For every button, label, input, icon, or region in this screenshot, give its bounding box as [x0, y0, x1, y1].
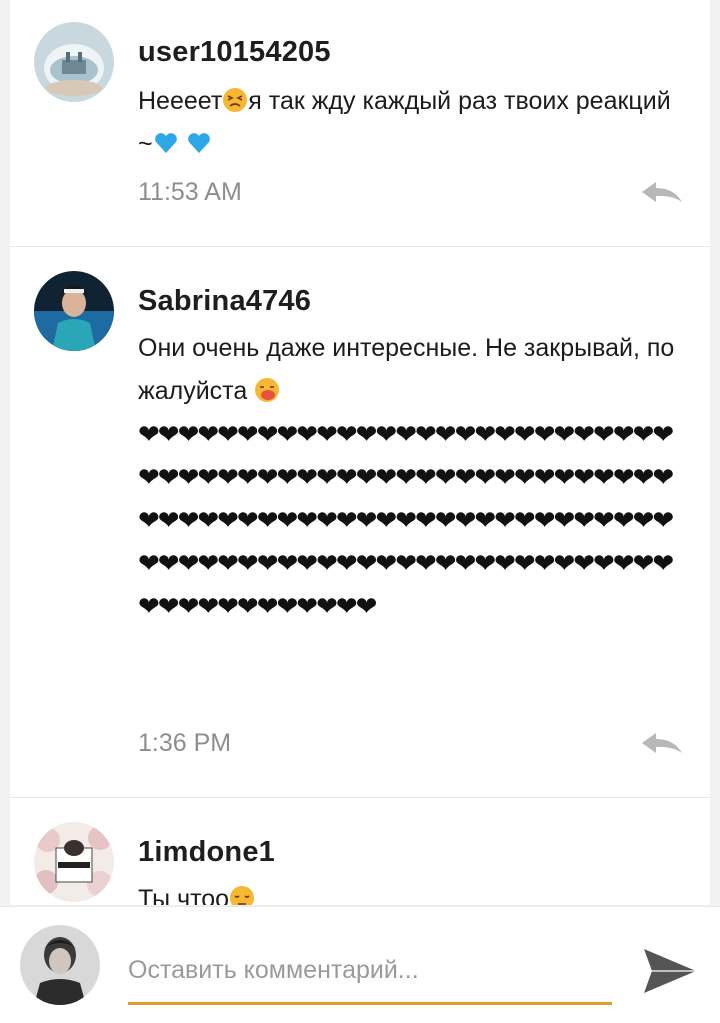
send-icon[interactable] — [640, 943, 698, 999]
reply-arrow-icon[interactable] — [640, 178, 684, 208]
sneezing-face-emoji-icon — [255, 378, 280, 402]
comment-timestamp: 1:36 PM — [138, 729, 232, 757]
avatar[interactable] — [34, 22, 114, 102]
comment-author[interactable]: user10154205 — [138, 36, 331, 69]
pensive-face-emoji-icon — [230, 886, 255, 905]
comment-text: Они очень даже интересные. Не закрывай, … — [138, 327, 678, 413]
blue-heart-emoji-icon — [187, 133, 210, 153]
comment-timestamp: 11:53 AM — [138, 178, 242, 206]
comment-text-part: Ты чтоо — [138, 885, 230, 905]
comment-text-part: Они очень даже интересные. Не закрывай, … — [138, 334, 675, 405]
comment-item: Sabrina4746 Они очень даже интересные. Н… — [10, 247, 710, 798]
comment-text: Ты чтоо — [138, 878, 678, 905]
comments-feed[interactable]: user10154205 Нееeет я так жду каждый раз … — [10, 0, 710, 905]
avatar[interactable] — [20, 925, 100, 1005]
comment-item: 1imdone1 Ты чтоо — [10, 798, 710, 905]
comment-text-part: Нееeет — [138, 87, 223, 115]
persevering-face-emoji-icon — [223, 88, 248, 112]
comment-author[interactable]: 1imdone1 — [138, 836, 275, 869]
comment-composer — [0, 906, 720, 1023]
reply-arrow-icon[interactable] — [640, 729, 684, 759]
avatar[interactable] — [34, 271, 114, 351]
blue-heart-emoji-icon — [154, 133, 177, 153]
comment-text: Нееeет я так жду каждый раз твоих реакций… — [138, 80, 678, 166]
comment-item: user10154205 Нееeет я так жду каждый раз … — [10, 0, 710, 247]
avatar[interactable] — [34, 822, 114, 902]
comment-author[interactable]: Sabrina4746 — [138, 285, 311, 318]
comment-input[interactable] — [128, 945, 612, 1005]
comment-hearts: ❤❤❤❤❤❤❤❤❤❤❤❤❤❤❤❤❤❤❤❤❤❤❤❤❤❤❤❤❤❤❤❤❤❤❤❤❤❤❤❤… — [138, 419, 674, 621]
